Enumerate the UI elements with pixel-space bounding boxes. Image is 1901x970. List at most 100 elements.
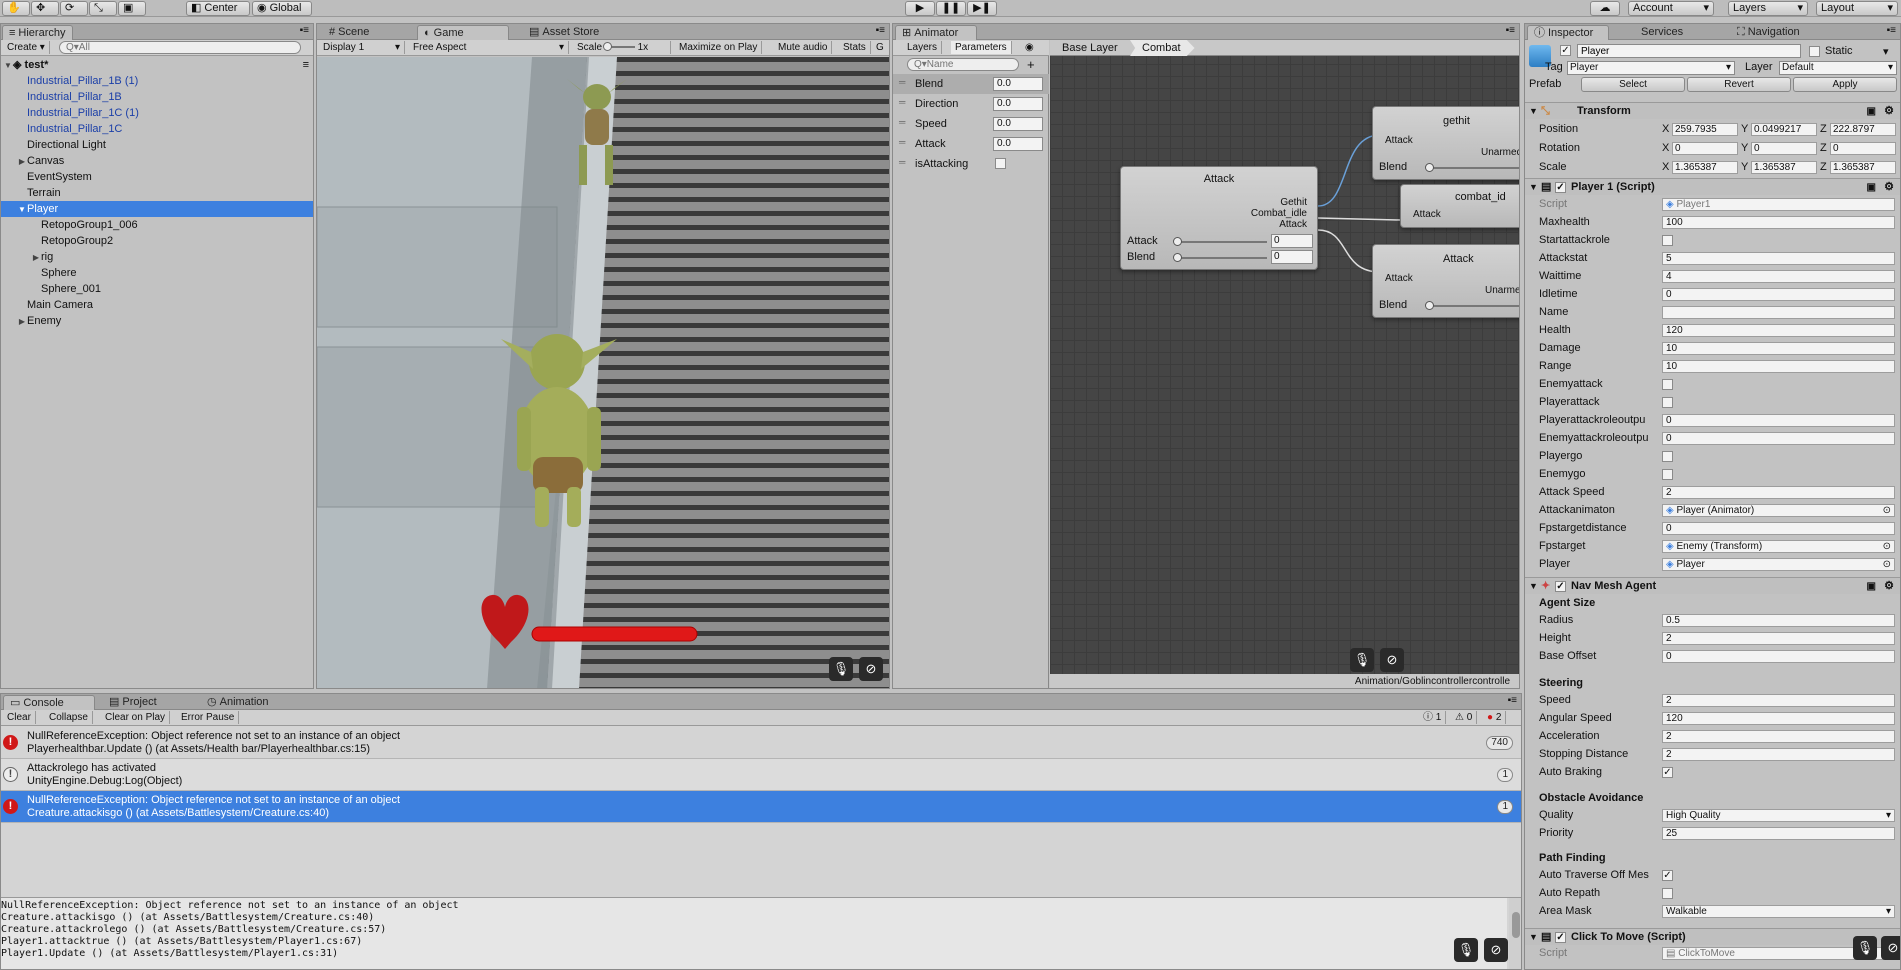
output-port-attack[interactable]: Attack — [1251, 219, 1307, 230]
output-port-gethit[interactable]: Gethit — [1251, 197, 1307, 208]
prefab-select-button[interactable]: Select — [1581, 77, 1685, 92]
field-value[interactable]: 0 — [1662, 288, 1895, 301]
component-enabled-checkbox[interactable]: ✓ — [1555, 182, 1566, 193]
dropdown-arrow-icon[interactable]: ▾ — [1886, 810, 1891, 821]
drag-handle-icon[interactable]: ═ — [899, 157, 905, 167]
transform-x-field[interactable]: 0 — [1672, 142, 1738, 155]
transform-y-field[interactable]: 0.0499217 — [1751, 123, 1817, 136]
console-log-row[interactable]: ! NullReferenceException: Object referenc… — [1, 791, 1521, 823]
layer-dropdown[interactable]: Default ▾ — [1779, 61, 1897, 75]
pivot-global-button[interactable]: ◉ Global — [252, 1, 312, 16]
gear-icon[interactable]: ⚙ — [1884, 578, 1894, 595]
hierarchy-item[interactable]: Sphere — [1, 265, 313, 281]
aspect-dropdown[interactable]: Free Aspect ▾ — [409, 41, 569, 54]
stats-toggle[interactable]: Stats — [839, 41, 871, 54]
parameter-checkbox[interactable] — [995, 158, 1006, 169]
state-graph[interactable]: Base Layer Combat Attack Gethit Combat_i… — [1050, 40, 1519, 688]
tab-console[interactable]: ▭ Console — [3, 695, 95, 710]
record-off-icon[interactable]: ⊘ — [1484, 938, 1508, 962]
expand-down-icon[interactable]: ▼ — [3, 58, 13, 74]
move-tool-button[interactable]: ✥ — [31, 1, 59, 16]
transform-x-field[interactable]: 1.365387 — [1672, 161, 1738, 174]
field-value[interactable]: 100 — [1662, 216, 1895, 229]
layers-tab[interactable]: Layers — [903, 41, 943, 54]
parameter-value[interactable]: 0.0 — [993, 117, 1043, 131]
field-value[interactable]: High Quality ▾ — [1662, 809, 1895, 822]
hierarchy-item[interactable]: Industrial_Pillar_1B — [1, 89, 313, 105]
field-checkbox[interactable]: ✓ — [1662, 767, 1673, 778]
state-node-attack-2[interactable]: Attack Attack Unarmed Blend — [1372, 244, 1519, 318]
blend-slider[interactable] — [1425, 163, 1519, 172]
cloud-button[interactable]: ☁ — [1590, 1, 1620, 16]
field-value[interactable]: ◈ Player (Animator) ⊙ — [1662, 504, 1895, 517]
dropdown-arrow-icon[interactable]: ▾ — [1883, 45, 1889, 58]
hierarchy-item[interactable]: ▶ rig — [1, 249, 313, 265]
blend-slider[interactable] — [1173, 237, 1267, 246]
field-checkbox[interactable] — [1662, 379, 1673, 390]
blend-value[interactable]: 0 — [1271, 234, 1313, 248]
layout-dropdown[interactable]: Layout ▾ — [1816, 1, 1898, 16]
error-pause-button[interactable]: Error Pause — [177, 711, 240, 724]
blend-slider[interactable] — [1425, 301, 1519, 310]
state-node-attack[interactable]: Attack Gethit Combat_idle Attack Attack … — [1120, 166, 1318, 270]
output-port-combat-idle[interactable]: Combat_idle — [1251, 208, 1307, 219]
record-off-icon[interactable]: ⊘ — [1881, 936, 1900, 960]
maximize-on-play-toggle[interactable]: Maximize on Play — [675, 41, 763, 54]
drag-handle-icon[interactable]: ═ — [899, 77, 905, 87]
console-log-row[interactable]: ! NullReferenceException: Object referenc… — [1, 727, 1521, 759]
transform-z-field[interactable]: 1.365387 — [1830, 161, 1896, 174]
tab-game[interactable]: ◐ Game — [417, 25, 509, 40]
rect-tool-button[interactable]: ▣ — [118, 1, 146, 16]
field-value[interactable]: 4 — [1662, 270, 1895, 283]
scale-slider-thumb[interactable] — [602, 42, 612, 52]
field-value[interactable]: 0 — [1662, 432, 1895, 445]
foldout-icon[interactable]: ▼ — [1529, 103, 1538, 120]
gear-icon[interactable]: ⚙ — [1884, 103, 1894, 120]
field-value[interactable]: 10 — [1662, 342, 1895, 355]
warning-filter-toggle[interactable]: ⚠ 0 — [1451, 711, 1478, 724]
gameobject-name-input[interactable] — [1577, 44, 1801, 58]
field-value[interactable]: 5 — [1662, 252, 1895, 265]
field-checkbox[interactable] — [1662, 888, 1673, 899]
prefab-revert-button[interactable]: Revert — [1687, 77, 1791, 92]
gizmos-toggle[interactable]: G — [872, 41, 888, 54]
expand-right-icon[interactable]: ▶ — [17, 154, 27, 170]
foldout-icon[interactable]: ▼ — [1529, 578, 1538, 595]
hand-tool-button[interactable]: ✋ — [2, 1, 30, 16]
field-value[interactable]: 25 — [1662, 827, 1895, 840]
console-detail-pane[interactable]: NullReferenceException: Object reference… — [1, 898, 1507, 969]
field-value[interactable]: 2 — [1662, 694, 1895, 707]
expand-down-icon[interactable]: ▼ — [17, 202, 27, 218]
input-port[interactable]: Attack — [1385, 135, 1413, 146]
field-checkbox[interactable] — [1662, 235, 1673, 246]
state-node-gethit[interactable]: gethit Attack Unarmed- Blend — [1372, 106, 1519, 180]
hierarchy-item[interactable]: EventSystem — [1, 169, 313, 185]
detail-scrollbar[interactable] — [1509, 898, 1521, 969]
transform-header[interactable]: ▼ ⤡ Transform ▣ ⚙ — [1525, 102, 1900, 119]
tab-navigation[interactable]: ⛶ Navigation — [1731, 25, 1806, 40]
output-port[interactable]: Unarmed — [1485, 285, 1519, 296]
error-filter-toggle[interactable]: ● 2 — [1483, 711, 1507, 724]
scale-tool-button[interactable]: ⤡ — [89, 1, 117, 16]
panel-menu-icon[interactable]: ▪≡ — [1887, 25, 1896, 36]
microphone-icon[interactable]: 🎙 — [1454, 938, 1478, 962]
player-script-header[interactable]: ▼ ▤ ✓ Player 1 (Script) ▣ ⚙ — [1525, 178, 1900, 195]
field-value[interactable]: 2 — [1662, 730, 1895, 743]
account-dropdown[interactable]: Account ▾ — [1628, 1, 1714, 16]
scene-menu-icon[interactable]: ≡ — [303, 57, 309, 73]
field-value[interactable]: 0.5 — [1662, 614, 1895, 627]
dropdown-arrow-icon[interactable]: ▾ — [1886, 906, 1891, 917]
drag-handle-icon[interactable]: ═ — [899, 117, 905, 127]
field-value[interactable]: ◈ Player1 — [1662, 198, 1895, 211]
foldout-icon[interactable]: ▼ — [1529, 929, 1538, 946]
field-checkbox[interactable]: ✓ — [1662, 870, 1673, 881]
play-button[interactable]: ▶ — [905, 1, 935, 16]
game-viewport[interactable]: 🎙 ⊘ — [317, 57, 889, 688]
hierarchy-item[interactable]: RetopoGroup2 — [1, 233, 313, 249]
tab-asset-store[interactable]: ▤ Asset Store — [523, 25, 605, 40]
hierarchy-item[interactable]: Terrain — [1, 185, 313, 201]
tab-animation[interactable]: ◷ Animation — [201, 695, 275, 710]
transform-z-field[interactable]: 222.8797 — [1830, 123, 1896, 136]
clear-button[interactable]: Clear — [3, 711, 36, 724]
scale-slider-track[interactable] — [602, 42, 635, 52]
